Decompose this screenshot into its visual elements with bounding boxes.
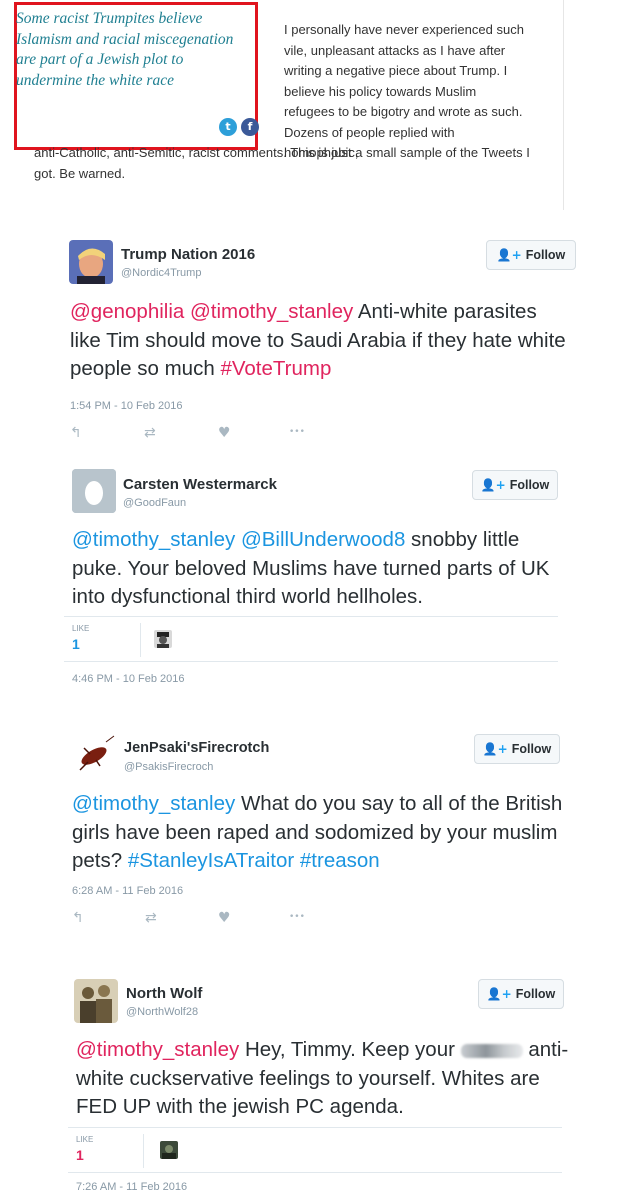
follow-user-icon: 👤+ (480, 478, 506, 492)
retweet-icon[interactable]: ⇄ (145, 910, 157, 926)
hashtag-link[interactable]: #StanleyIsATraitor (128, 849, 294, 872)
like-heart-icon[interactable]: ♥ (218, 425, 231, 441)
tweet-timestamp[interactable]: 6:28 AM - 11 Feb 2016 (72, 885, 183, 897)
mention-link[interactable]: @timothy_stanley (190, 300, 353, 323)
follow-user-icon: 👤+ (482, 742, 508, 756)
follow-label: Follow (515, 987, 556, 1001)
likes-count[interactable]: 1 (76, 1147, 84, 1163)
avatar[interactable] (72, 469, 116, 513)
follow-button[interactable]: 👤+ Follow (472, 470, 558, 500)
follow-label: Follow (509, 478, 550, 492)
column-divider (563, 0, 564, 210)
article-paragraph-continued: anti-Catholic, anti-Semitic, racist comm… (34, 145, 530, 181)
default-egg-avatar-icon (72, 469, 116, 513)
follow-button[interactable]: 👤+ Follow (478, 979, 564, 1009)
article-paragraph-right: I personally have never experienced such… (284, 22, 524, 160)
reply-icon[interactable]: ↰ (72, 910, 84, 926)
trump-portrait-avatar-icon (69, 240, 113, 284)
user-name[interactable]: Trump Nation 2016 (121, 246, 255, 263)
mention-link[interactable]: @BillUnderwood8 (241, 528, 405, 551)
redacted-word (460, 1043, 523, 1058)
hashtag-link[interactable]: #VoteTrump (220, 357, 331, 380)
user-handle[interactable]: @NorthWolf28 (126, 1006, 198, 1018)
divider (140, 623, 141, 657)
man-with-hat-avatar-icon (154, 630, 172, 648)
follow-label: Follow (525, 248, 566, 262)
liker-avatar[interactable] (154, 630, 172, 648)
follow-user-icon: 👤+ (486, 987, 512, 1001)
divider (68, 1127, 562, 1128)
tweet-timestamp[interactable]: 7:26 AM - 11 Feb 2016 (76, 1181, 187, 1193)
tweet-text: @genophilia @timothy_stanley Anti-white … (70, 298, 570, 384)
mention-link[interactable]: @timothy_stanley (72, 528, 235, 551)
divider (64, 661, 558, 662)
user-handle[interactable]: @PsakisFirecroch (124, 761, 213, 773)
pullquote-text: Some racist Trumpites believe Islamism a… (16, 10, 234, 89)
more-options-icon[interactable]: ••• (289, 912, 305, 922)
likes-label: LIKE (72, 624, 90, 633)
user-handle[interactable]: @Nordic4Trump (121, 267, 201, 279)
tweet-timestamp[interactable]: 4:46 PM - 10 Feb 2016 (72, 673, 185, 685)
divider (68, 1172, 562, 1173)
cockroach-avatar-icon (72, 734, 116, 778)
mention-link[interactable]: @timothy_stanley (72, 792, 235, 815)
like-heart-icon[interactable]: ♥ (218, 910, 231, 926)
reply-icon[interactable]: ↰ (70, 425, 82, 441)
user-handle[interactable]: @GoodFaun (123, 497, 186, 509)
avatar[interactable] (74, 979, 118, 1023)
divider (143, 1134, 144, 1168)
retweet-icon[interactable]: ⇄ (144, 425, 156, 441)
facebook-share-icon[interactable]: f (241, 118, 259, 136)
mention-link[interactable]: @timothy_stanley (76, 1038, 239, 1061)
avatar[interactable] (72, 734, 116, 778)
user-name[interactable]: North Wolf (126, 985, 202, 1002)
likes-count[interactable]: 1 (72, 636, 80, 652)
hashtag-link[interactable]: #treason (300, 849, 380, 872)
tweet-text: @timothy_stanley @BillUnderwood8 snobby … (72, 526, 572, 612)
likes-label: LIKE (76, 1135, 94, 1144)
tweet-text: @timothy_stanley What do you say to all … (72, 790, 572, 876)
user-name[interactable]: JenPsaki'sFirecrotch (124, 740, 269, 756)
follow-user-icon: 👤+ (496, 248, 522, 262)
avatar[interactable] (69, 240, 113, 284)
follow-button[interactable]: 👤+ Follow (474, 734, 560, 764)
follow-label: Follow (511, 742, 552, 756)
tweet-timestamp[interactable]: 1:54 PM - 10 Feb 2016 (70, 400, 183, 412)
user-name[interactable]: Carsten Westermarck (123, 476, 277, 493)
tweet-text: @timothy_stanley Hey, Timmy. Keep your a… (76, 1036, 576, 1122)
follow-button[interactable]: 👤+ Follow (486, 240, 576, 270)
twitter-share-icon[interactable]: t (219, 118, 237, 136)
mention-link[interactable]: @genophilia (70, 300, 184, 323)
dark-photo-avatar-icon (160, 1141, 178, 1159)
tweet-body: Hey, Timmy. Keep your (239, 1038, 461, 1061)
more-options-icon[interactable]: ••• (289, 427, 305, 437)
group-photo-avatar-icon (74, 979, 118, 1023)
liker-avatar[interactable] (160, 1141, 178, 1159)
divider (64, 616, 558, 617)
